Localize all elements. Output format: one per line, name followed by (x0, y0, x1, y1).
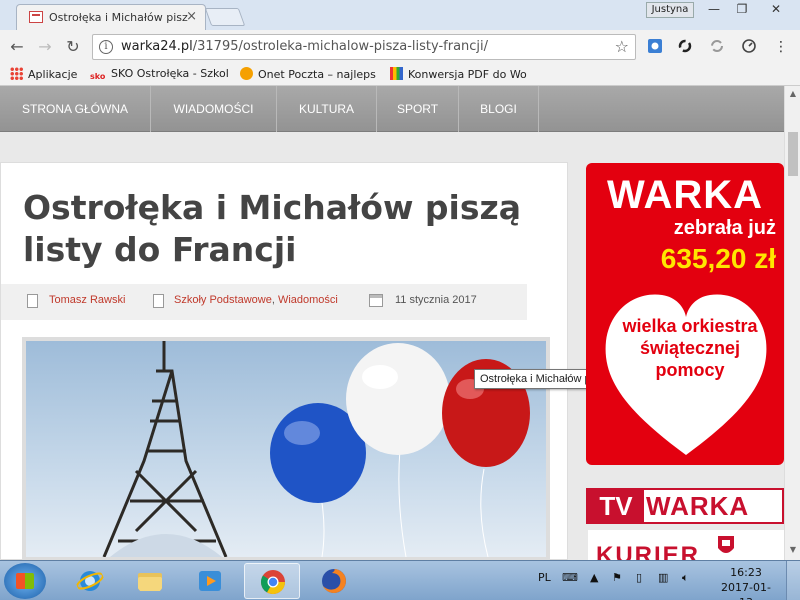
tv-warka-banner[interactable]: TV WARKA (586, 488, 784, 524)
forward-arrow-icon[interactable]: → (34, 36, 56, 58)
category-link-schools[interactable]: Szkoły Podstawowe (174, 294, 272, 306)
nav-home[interactable]: STRONA GŁÓWNA (0, 86, 151, 132)
title-bar: Ostrołęka i Michałów pisz × Justyna — ❐ … (0, 0, 800, 30)
tv-label: TV (588, 490, 644, 522)
close-window-button[interactable]: ✕ (756, 0, 796, 18)
taskbar-firefox[interactable] (306, 563, 362, 599)
url-text: warka24.pl/31795/ostroleka-michalow-pisz… (121, 39, 489, 54)
new-tab-button[interactable] (204, 8, 246, 26)
chrome-icon (261, 570, 285, 595)
maximize-button[interactable]: ❐ (728, 0, 756, 18)
article-date: 11 stycznia 2017 (395, 294, 477, 306)
taskbar-ie[interactable] (62, 563, 118, 599)
extension-refresh-icon[interactable] (708, 38, 726, 56)
internet-explorer-icon (76, 571, 104, 591)
nav-blogs[interactable]: BLOGI (459, 86, 539, 132)
kurier-label: KURIER (596, 542, 701, 560)
article-card: Ostrołęka i Michałów piszą listy do Fran… (0, 162, 568, 561)
taskbar-explorer[interactable] (122, 563, 178, 599)
wosp-amount: 635,20 zł (660, 243, 776, 274)
keyboard-icon[interactable]: ⌨ (562, 571, 578, 584)
tray-expand-icon[interactable]: ▲ (590, 571, 598, 584)
action-center-icon[interactable]: ⚑ (612, 571, 622, 584)
wosp-banner[interactable]: WARKA zebrała już 635,20 zł wielka orkie… (586, 163, 784, 465)
coat-of-arms-icon (718, 536, 734, 553)
calendar-icon (369, 294, 383, 307)
pdf-converter-icon (390, 67, 403, 80)
tab-title: Ostrołęka i Michałów pisz (49, 11, 188, 24)
firefox-icon (322, 569, 346, 593)
bookmark-pdf[interactable]: Konwersja PDF do Wo (390, 67, 530, 81)
toolbar: ← → ↻ i warka24.pl/31795/ostroleka-micha… (0, 30, 800, 64)
bookmark-onet[interactable]: Onet Poczta – najleps (240, 67, 378, 81)
author-doc-icon (27, 294, 38, 308)
media-player-icon (199, 571, 221, 591)
onet-logo-icon (240, 67, 253, 80)
volume-icon[interactable]: 🔈︎ (682, 571, 689, 585)
tab-close-icon[interactable]: × (186, 9, 197, 24)
back-arrow-icon[interactable]: ← (6, 36, 28, 58)
show-desktop-button[interactable] (786, 561, 800, 600)
nav-culture[interactable]: KULTURA (277, 86, 377, 132)
wosp-subtitle: zebrała już (673, 217, 776, 239)
kurier-banner[interactable]: KURIER (588, 530, 784, 560)
bookmark-apps[interactable]: Aplikacje (10, 67, 77, 81)
bookmark-star-icon[interactable]: ☆ (615, 37, 629, 56)
power-icon[interactable]: ▯ (636, 571, 642, 584)
site-navigation: STRONA GŁÓWNA WIADOMOŚCI KULTURA SPORT B… (0, 86, 800, 132)
bookmarks-bar: Aplikacje sko SKO Ostrołęka - Szkol Onet … (0, 64, 800, 86)
taskbar-chrome[interactable] (244, 563, 300, 599)
warka-label: WARKA (646, 491, 750, 521)
site-favicon-icon (29, 11, 43, 23)
scroll-down-icon[interactable]: ▼ (785, 542, 800, 558)
scrollbar-thumb[interactable] (788, 132, 798, 176)
sko-logo-icon: sko (90, 72, 106, 81)
nav-sport[interactable]: SPORT (377, 86, 459, 132)
browser-tab[interactable]: Ostrołęka i Michałów pisz × (16, 4, 206, 30)
folder-icon (138, 573, 162, 591)
network-icon[interactable]: ▥ (658, 571, 668, 584)
menu-icon[interactable]: ⋮ (772, 38, 790, 56)
wosp-city: WARKA (606, 173, 764, 217)
profile-button[interactable]: Justyna (646, 2, 694, 18)
extension-sync-icon[interactable] (676, 38, 694, 56)
category-doc-icon (153, 294, 164, 308)
site-info-icon[interactable]: i (99, 40, 113, 54)
page-scrollbar[interactable]: ▲ ▼ (784, 86, 800, 560)
clock-date: 2017-01-13 (721, 581, 771, 600)
input-language[interactable]: PL (538, 571, 551, 584)
clock-time: 16:23 (730, 566, 762, 579)
start-button[interactable] (4, 563, 46, 599)
article-author-link[interactable]: Tomasz Rawski (49, 294, 125, 306)
taskbar-media[interactable] (182, 563, 238, 599)
taskbar-clock[interactable]: 16:23 2017-01-13 (716, 565, 776, 600)
wosp-heart-text: wielka orkiestra świątecznej pomocy (622, 316, 758, 380)
article-title[interactable]: Ostrołęka i Michałów piszą listy do Fran… (23, 187, 543, 271)
windows-taskbar: PL ⌨ ▲ ⚑ ▯ ▥ 🔈︎ 16:23 2017-01-13 (0, 560, 800, 600)
article-hero-image[interactable] (22, 337, 550, 561)
nav-news[interactable]: WIADOMOŚCI (151, 86, 277, 132)
scroll-up-icon[interactable]: ▲ (785, 86, 800, 102)
extension-speed-icon[interactable] (740, 38, 758, 56)
category-link-news[interactable]: Wiadomości (278, 294, 338, 306)
address-bar[interactable]: i warka24.pl/31795/ostroleka-michalow-pi… (92, 34, 636, 60)
eiffel-balloons-illustration (102, 341, 530, 557)
reload-icon[interactable]: ↻ (62, 36, 84, 58)
article-categories: Szkoły Podstawowe, Wiadomości (174, 294, 338, 306)
bookmark-sko[interactable]: sko SKO Ostrołęka - Szkol (90, 67, 228, 85)
extension-screenshot-icon[interactable] (646, 38, 664, 56)
apps-grid-icon (10, 67, 23, 80)
minimize-button[interactable]: — (700, 0, 728, 18)
article-meta: Tomasz Rawski Szkoły Podstawowe, Wiadomo… (1, 284, 527, 320)
